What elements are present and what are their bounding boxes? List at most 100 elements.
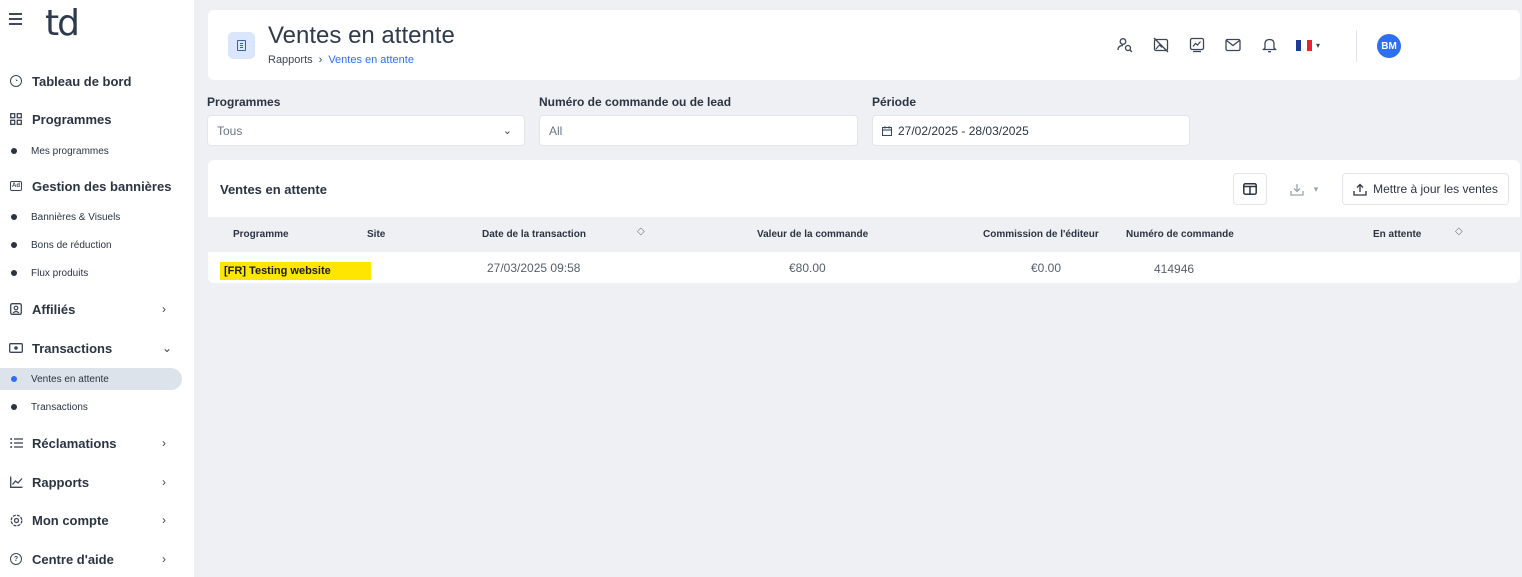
programmes-select[interactable]: Tous ⌄ [207,115,525,146]
period-date-range-input[interactable]: 27/02/2025 - 28/03/2025 [872,115,1190,146]
sidebar-item-affilies[interactable]: Affiliés › [0,297,194,321]
sidebar-item-label: Affiliés [32,301,76,317]
columns-icon [1243,183,1257,195]
sidebar-subitem-bons-reduction[interactable]: Bons de réduction [0,234,182,256]
pending-sales-card: Ventes en attente ▾ Mettre à jour les ve… [208,160,1520,283]
column-header-programme[interactable]: Programme [233,229,289,240]
logo: td [45,3,80,44]
sidebar-subitem-bannieres-visuels[interactable]: Bannières & Visuels [0,206,182,228]
value-cell: €80.00 [789,261,826,275]
id-card-icon [9,302,23,316]
bullet-icon [11,376,17,382]
sidebar-item-label: Tableau de bord [32,73,132,89]
document-icon [228,32,255,59]
sidebar: td ◔ Tableau de bord Programmes Mes prog… [0,0,194,577]
sidebar-item-label: Programmes [32,111,112,127]
sidebar-item-label: Mon compte [32,512,109,528]
sidebar-subitem-label: Transactions [31,401,88,413]
sidebar-item-reclamations[interactable]: Réclamations › [0,431,194,455]
upload-icon [1353,183,1367,196]
bell-icon[interactable] [1260,36,1278,54]
sidebar-item-label: Rapports [32,474,90,490]
sidebar-subitem-label: Bannières & Visuels [31,211,121,223]
hamburger-menu-icon[interactable] [9,13,22,25]
filter-order-label: Numéro de commande ou de lead [539,95,732,109]
download-icon [1290,183,1304,196]
columns-button[interactable] [1233,173,1267,205]
caret-down-icon: ▾ [1313,183,1319,194]
column-header-order-number[interactable]: Numéro de commande [1126,229,1234,240]
bullet-icon [11,214,17,220]
chevron-right-icon: › [162,475,166,489]
sidebar-item-rapports[interactable]: Rapports › [0,470,194,494]
order-number-placeholder: All [549,123,563,138]
bullet-icon [11,242,17,248]
bullet-icon [11,270,17,276]
sidebar-item-transactions[interactable]: Transactions ⌄ [0,336,194,360]
download-button[interactable]: ▾ [1275,173,1333,205]
order-number-input[interactable]: All [539,115,858,146]
chevron-down-icon: ⌄ [502,125,512,137]
column-header-pending[interactable]: En attente [1373,229,1421,240]
column-header-value[interactable]: Valeur de la commande [757,229,868,240]
table-row[interactable]: [FR] Testing website 27/03/2025 09:58 €8… [208,252,1520,283]
bullet-icon [11,404,17,410]
list-icon [9,436,23,450]
filter-programmes-label: Programmes [207,95,281,109]
sidebar-subitem-label: Ventes en attente [31,373,109,385]
breadcrumb-root[interactable]: Rapports [268,54,313,66]
card-title: Ventes en attente [220,182,327,197]
chevron-down-icon: ⌄ [162,341,173,355]
sort-icon[interactable]: ◇ [637,226,645,237]
sidebar-subitem-flux-produits[interactable]: Flux produits [0,262,182,284]
sidebar-item-label: Centre d'aide [32,551,114,567]
bullet-icon [11,148,17,154]
sidebar-item-gestion-bannieres[interactable]: Ad Gestion des bannières [0,174,194,198]
sidebar-item-label: Transactions [32,340,113,356]
sidebar-subitem-label: Bons de réduction [31,239,112,251]
breadcrumb-current[interactable]: Ventes en attente [328,54,414,66]
sidebar-subitem-transactions[interactable]: Transactions [0,396,182,418]
header-divider [1356,30,1357,62]
grid-icon [9,112,23,126]
update-sales-label: Mettre à jour les ventes [1373,182,1498,196]
chevron-right-icon: › [162,436,166,450]
dashboard-icon: ◔ [9,74,23,88]
chevron-right-icon: › [162,513,166,527]
sidebar-item-dashboard[interactable]: ◔ Tableau de bord [0,69,194,93]
update-sales-button[interactable]: Mettre à jour les ventes [1342,173,1509,205]
page-title: Ventes en attente [268,22,455,49]
period-value: 27/02/2025 - 28/03/2025 [898,123,1029,138]
chevron-right-icon: › [162,552,166,566]
sidebar-subitem-ventes-en-attente[interactable]: Ventes en attente [0,368,182,390]
line-chart-icon [9,475,23,489]
money-icon [9,341,23,355]
order-number-cell: 414946 [1154,262,1195,276]
avatar[interactable]: BM [1377,34,1401,58]
sidebar-item-centre-aide[interactable]: ? Centre d'aide › [0,547,194,571]
commission-cell: €0.00 [1031,261,1062,275]
no-image-icon[interactable] [1152,36,1170,54]
sidebar-item-mon-compte[interactable]: Mon compte › [0,508,194,532]
chevron-right-icon: › [162,302,166,316]
france-flag-icon[interactable] [1296,39,1312,51]
calendar-icon [882,125,892,136]
header-toolbar: ▾ [1116,36,1320,54]
help-icon: ? [9,552,23,566]
breadcrumb-separator: › [318,54,323,66]
sidebar-item-programmes[interactable]: Programmes [0,107,194,131]
column-header-site[interactable]: Site [367,229,385,240]
column-header-commission[interactable]: Commission de l'éditeur [983,229,1099,240]
sidebar-subitem-mes-programmes[interactable]: Mes programmes [0,140,182,162]
programmes-select-value: Tous [217,123,243,138]
sort-icon[interactable]: ◇ [1455,226,1463,237]
date-cell: 27/03/2025 09:58 [487,261,581,275]
column-header-date[interactable]: Date de la transaction [482,229,586,240]
sidebar-item-label: Réclamations [32,435,117,451]
caret-down-icon[interactable]: ▾ [1316,41,1320,50]
chart-message-icon[interactable] [1188,36,1206,54]
mail-icon[interactable] [1224,36,1242,54]
user-search-icon[interactable] [1116,36,1134,54]
settings-icon [9,513,23,527]
sidebar-subitem-label: Mes programmes [31,145,109,157]
